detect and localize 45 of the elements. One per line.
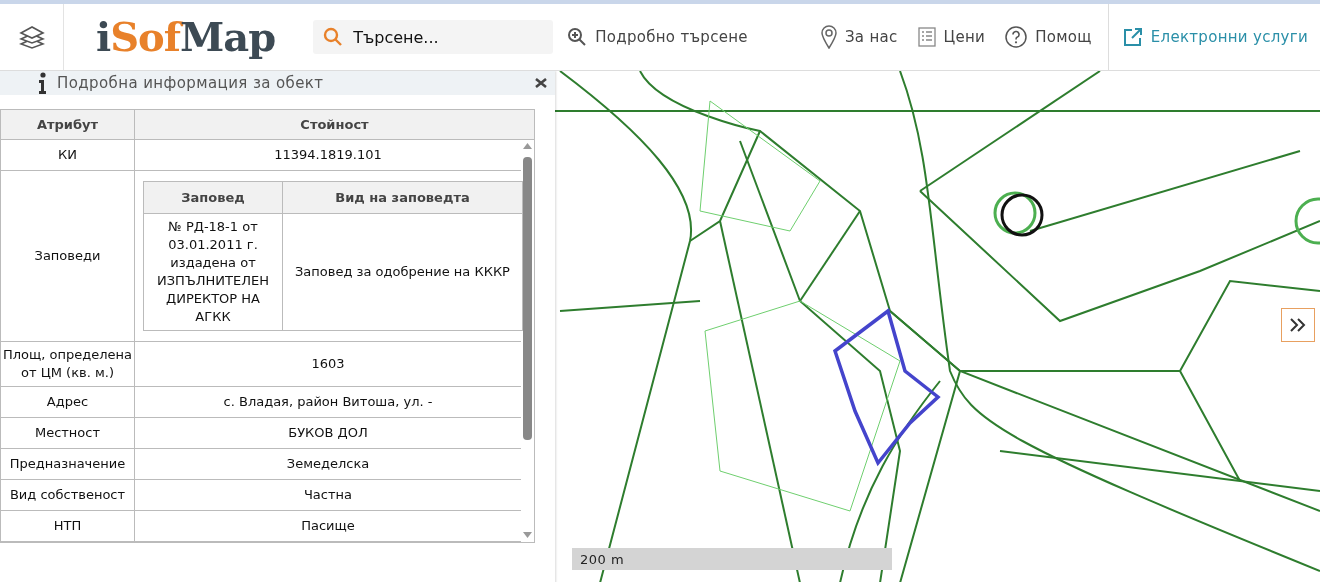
attribute-cell-text: Площ, определена от ЦМ (кв. м.): [2, 346, 133, 382]
value-cell: Пасище: [134, 511, 521, 541]
table-cell: № РД-18-1 от 03.01.2011 г. издадена от ИЗПЪЛНИТЕЛЕН ДИРЕКТОР НА АГКК: [143, 213, 283, 331]
location-pin-icon: [820, 25, 837, 49]
search-field[interactable]: Търсене...: [313, 20, 554, 54]
value-cell: Частна: [134, 480, 521, 510]
nav-link[interactable]: Подробно търсене: [567, 27, 748, 47]
close-button[interactable]: [533, 76, 549, 90]
value-cell: Земеделска: [134, 449, 521, 479]
scroll-up-icon[interactable]: [523, 143, 532, 149]
double-chevron-icon: [1289, 318, 1307, 332]
scroll-down-icon[interactable]: [523, 532, 532, 538]
expand-button[interactable]: [1281, 308, 1315, 342]
cadastral-map-drawing[interactable]: [555, 71, 1320, 582]
nav-link[interactable]: За нас: [820, 25, 898, 49]
nav-link[interactable]: Помощ: [1005, 26, 1092, 48]
list-icon: [917, 27, 936, 47]
search-icon: [323, 27, 344, 47]
zoom-search-icon: [567, 27, 588, 47]
value-cell: 1603: [134, 342, 521, 386]
attribute-cell-text: Адрес: [45, 393, 90, 411]
column-header: Вид на заповедта: [282, 181, 523, 214]
scale-bar: 200 m: [572, 548, 892, 570]
attribute-cell-text: Предназначение: [8, 455, 127, 473]
attribute-cell-text: КИ: [57, 146, 78, 164]
nav-link[interactable]: Цени: [917, 27, 986, 47]
close-icon: [535, 78, 547, 88]
help-icon: [1005, 26, 1028, 48]
external-link-icon: [1122, 27, 1143, 47]
layers-icon: [18, 25, 45, 49]
attribute-cell-text: НТП: [52, 517, 83, 535]
value-cell: БУКОВ ДОЛ: [134, 418, 521, 448]
column-header: Заповед: [143, 181, 283, 214]
attribute-cell-text: Вид собственост: [8, 486, 127, 504]
column-header: Атрибут: [35, 116, 100, 134]
column-header: Стойност: [134, 110, 534, 139]
info-icon: [38, 72, 47, 94]
attribute-cell-text: Местност: [33, 424, 102, 442]
logo[interactable]: iSofMap: [96, 17, 276, 57]
attribute-cell-text: Заповеди: [33, 247, 102, 265]
table-cell: Заповед за одобрение на КККР: [282, 213, 523, 331]
panel-title: Подробна информация за обект: [57, 74, 324, 92]
value-cell: с. Владая, район Витоша, ул. -: [134, 387, 521, 417]
services-link[interactable]: Електронни услуги: [1122, 27, 1308, 47]
value-cell: 11394.1819.101: [134, 140, 521, 170]
